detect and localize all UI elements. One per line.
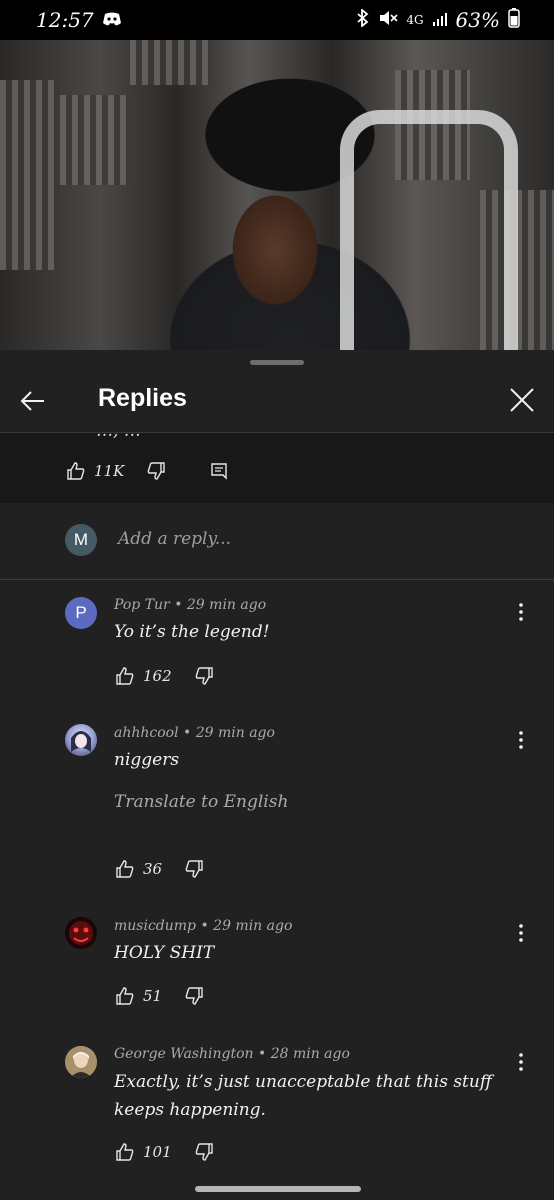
thumb-down-icon[interactable] <box>194 1142 214 1162</box>
gaming-chair <box>340 110 518 350</box>
battery-percent: 63% <box>455 8 500 32</box>
comment-actions: 36 <box>115 859 204 879</box>
more-vert-icon[interactable] <box>512 729 530 751</box>
thumb-down-icon[interactable] <box>194 666 214 686</box>
comment-actions: 51 <box>115 986 204 1006</box>
bluetooth-icon <box>356 8 370 32</box>
avatar: M <box>65 524 97 556</box>
comment-actions: 162 <box>115 666 214 686</box>
acoustic-panel <box>60 95 130 185</box>
comment-meta: Pop Tur • 29 min ago <box>114 597 267 613</box>
thumb-up-icon[interactable] <box>115 1142 135 1162</box>
thumb-up-icon[interactable] <box>115 666 135 686</box>
translate-link[interactable]: Translate to English <box>114 792 288 812</box>
list-item: George Washington • 28 min ago Exactly, … <box>0 1030 554 1180</box>
parent-comment: …, … 11K <box>0 433 554 503</box>
comment-text: niggers <box>114 750 180 770</box>
parent-comment-actions: 11K <box>66 461 228 481</box>
list-item: ahhhcool • 29 min ago niggers Translate … <box>0 705 554 900</box>
acoustic-panel <box>130 40 210 85</box>
status-bar: 12:57 4G 63% <box>0 0 554 40</box>
comment-actions: 101 <box>115 1142 214 1162</box>
home-indicator[interactable] <box>195 1186 361 1192</box>
like-count: 51 <box>143 987 163 1005</box>
avatar[interactable] <box>65 1046 97 1078</box>
more-vert-icon[interactable] <box>512 1051 530 1073</box>
avatar[interactable] <box>65 724 97 756</box>
comment-text: Yo it’s the legend! <box>114 622 270 642</box>
add-reply-row[interactable]: M Add a reply... <box>0 503 554 579</box>
network-label: 4G <box>406 13 424 27</box>
acoustic-panel <box>0 80 60 270</box>
thumb-up-icon[interactable] <box>66 461 86 481</box>
avatar[interactable]: P <box>65 597 97 629</box>
video-player[interactable] <box>0 40 554 350</box>
more-vert-icon[interactable] <box>512 922 530 944</box>
battery-icon <box>508 7 520 33</box>
list-item: musicdump • 29 min ago HOLY SHIT 51 <box>0 900 554 1030</box>
page-title: Replies <box>98 384 187 412</box>
thumb-up-icon[interactable] <box>115 986 135 1006</box>
comment-meta: George Washington • 28 min ago <box>114 1046 350 1062</box>
add-reply-input[interactable]: Add a reply... <box>118 529 231 549</box>
replies-header: Replies <box>0 370 554 432</box>
comment-meta: ahhhcool • 29 min ago <box>114 725 275 741</box>
like-count: 36 <box>143 860 163 878</box>
parent-comment-text: …, … <box>96 433 141 441</box>
thumb-down-icon[interactable] <box>184 859 204 879</box>
close-icon[interactable] <box>508 386 536 414</box>
more-vert-icon[interactable] <box>512 601 530 623</box>
comment-text: Exactly, it’s just unacceptable that thi… <box>114 1072 492 1120</box>
avatar[interactable] <box>65 917 97 949</box>
discord-notification-icon <box>102 8 122 32</box>
thumb-down-icon[interactable] <box>146 461 166 481</box>
signal-icon <box>432 8 448 32</box>
thumb-down-icon[interactable] <box>184 986 204 1006</box>
list-item: P Pop Tur • 29 min ago Yo it’s the legen… <box>0 580 554 705</box>
like-count: 162 <box>143 667 172 685</box>
comment-meta: musicdump • 29 min ago <box>114 918 293 934</box>
comment-text: HOLY SHIT <box>114 943 215 963</box>
mute-icon <box>378 8 398 32</box>
like-count: 101 <box>143 1143 172 1161</box>
thumb-up-icon[interactable] <box>115 859 135 879</box>
like-count: 11K <box>94 462 125 480</box>
drag-handle[interactable] <box>250 360 304 365</box>
comment-icon[interactable] <box>210 462 228 480</box>
clock: 12:57 <box>36 8 94 32</box>
arrow-left-icon[interactable] <box>18 386 48 416</box>
